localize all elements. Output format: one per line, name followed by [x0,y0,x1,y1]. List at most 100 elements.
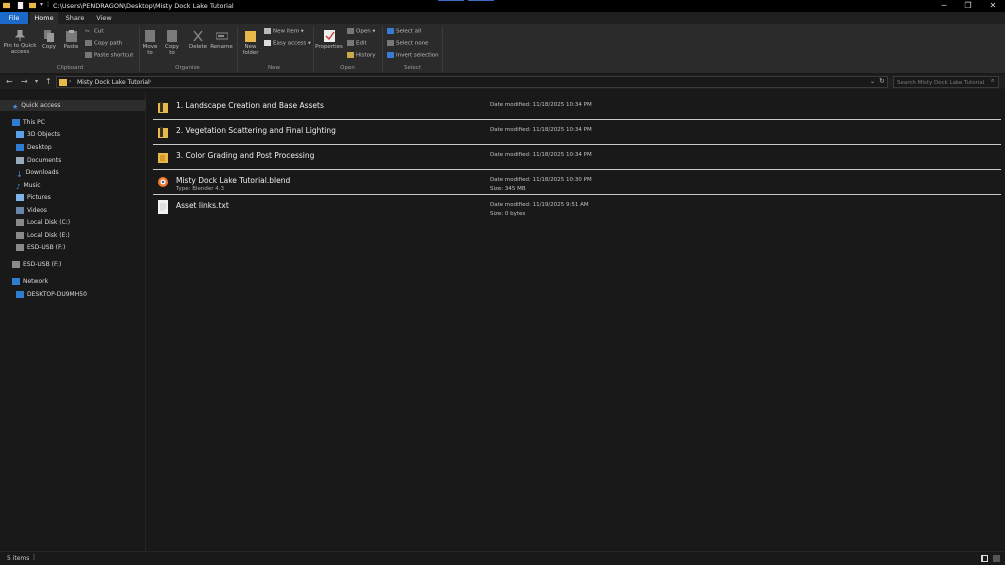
large-icons-view-icon[interactable] [993,555,1000,562]
paste-label: Paste [63,44,79,50]
open-label: Open [356,28,371,35]
file-type: Type: Blender 4.3 [176,186,225,192]
select-all-button[interactable]: Select all [387,28,421,36]
file-name: 1. Landscape Creation and Base Assets [176,101,324,110]
nav-label: Local Disk (E:) [27,232,70,239]
address-dropdown-icon[interactable]: ⌄ [870,78,875,85]
copy-to-button[interactable]: Copy to [162,30,182,56]
easy-access-button[interactable]: Easy access ▾ [264,40,311,48]
properties-button[interactable]: Properties [315,30,343,50]
details-view-icon[interactable] [981,555,988,562]
cut-label: Cut [94,28,104,35]
accent-line [438,0,464,1]
cut-button[interactable]: ✂ Cut [85,28,103,36]
refresh-icon[interactable]: ↻ [879,77,885,85]
nav-label: This PC [23,119,45,126]
paste-shortcut-icon [85,52,92,58]
search-box[interactable]: ⌕ [893,76,999,88]
ribbon: Pin to Quick access Copy Paste ✂ Cut Copy… [0,24,1005,74]
search-icon[interactable]: ⌕ [991,77,994,85]
nav-local-disk-c[interactable]: Local Disk (C:) [16,217,70,228]
breadcrumb-chevron-icon[interactable]: › [69,78,71,85]
nav-3d-objects[interactable]: 3D Objects [16,129,60,140]
delete-icon [193,30,203,42]
breadcrumb-current-folder[interactable]: Misty Dock Lake Tutorial [77,79,150,86]
list-item[interactable]: 1. Landscape Creation and Base Assets Da… [153,95,1001,120]
tab-view[interactable]: View [90,12,118,24]
address-bar[interactable]: › Misty Dock Lake Tutorial › ⌄ ↻ [56,76,888,88]
rename-label: Rename [210,44,233,50]
tab-share[interactable]: Share [61,12,89,24]
file-date: Date modified: 11/18/2025 10:34 PM [490,152,592,158]
search-input[interactable] [897,78,997,87]
new-folder-icon[interactable] [29,2,36,9]
paste-icon [65,30,77,42]
item-count: 5 items [7,555,30,562]
group-divider [442,26,443,72]
minimize-button[interactable]: ─ [932,0,956,12]
nav-network-pc[interactable]: DESKTOP-DU9MH50 [16,289,87,300]
new-item-button[interactable]: New item ▾ [264,28,304,36]
nav-label: DESKTOP-DU9MH50 [27,291,87,298]
nav-documents[interactable]: Documents [16,155,61,166]
history-icon [347,52,354,58]
maximize-button[interactable]: ❐ [956,0,980,12]
file-name: Misty Dock Lake Tutorial.blend [176,176,291,185]
paste-shortcut-button[interactable]: Paste shortcut [85,52,133,60]
nav-label: 3D Objects [27,131,61,138]
close-button[interactable]: ✕ [981,0,1005,12]
pin-label: Pin to Quick access [3,43,37,55]
move-to-label: Move to [142,44,158,56]
delete-button[interactable]: Delete [187,30,209,50]
invert-selection-button[interactable]: Invert selection [387,52,439,60]
forward-button[interactable]: → [21,77,28,86]
paste-button[interactable]: Paste [61,30,81,50]
nav-esd-usb-root[interactable]: ESD-USB (F:) [12,259,61,270]
nav-local-disk-e[interactable]: Local Disk (E:) [16,230,70,241]
move-to-button[interactable]: Move to [141,30,159,56]
nav-network[interactable]: Network [12,276,48,287]
open-group-label: Open [340,65,355,71]
file-date: Date modified: 11/18/2025 10:34 PM [490,127,592,133]
rename-button[interactable]: Rename [209,30,234,50]
open-button[interactable]: Open ▾ [347,28,375,36]
invert-selection-label: Invert selection [396,52,439,59]
history-label: History [356,52,376,59]
file-date: Date modified: 11/18/2025 10:30 PM [490,177,592,183]
list-item[interactable]: Misty Dock Lake Tutorial.blend Type: Ble… [153,170,1001,195]
nav-downloads[interactable]: ↓ Downloads [16,167,59,179]
folder-icon [59,79,67,86]
copy-label: Copy [42,44,56,50]
select-none-button[interactable]: Select none [387,40,428,48]
group-divider [237,26,238,72]
nav-this-pc[interactable]: This PC [12,117,45,128]
status-bar: 5 items | [0,551,1005,565]
list-item[interactable]: Asset links.txt Date modified: 11/19/202… [153,195,1001,220]
back-button[interactable]: ← [6,77,13,86]
tab-home[interactable]: Home [30,12,58,24]
up-button[interactable]: ↑ [45,77,52,86]
copy-path-label: Copy path [94,40,123,47]
cube-icon [16,131,24,138]
tab-file[interactable]: File [0,12,28,24]
quick-access-toolbar-dropdown[interactable]: ▾ [40,1,43,8]
group-divider [139,26,140,72]
address-row: ← → ▾ ↑ › Misty Dock Lake Tutorial › ⌄ ↻… [0,75,1005,89]
breadcrumb-chevron-icon[interactable]: › [149,78,151,85]
nav-desktop[interactable]: Desktop [16,142,52,153]
nav-pictures[interactable]: Pictures [16,192,51,203]
nav-quick-access[interactable]: ★ Quick access [0,100,146,111]
nav-esd-usb-f[interactable]: ESD-USB (F:) [16,242,65,253]
copy-path-button[interactable]: Copy path [85,40,122,48]
new-folder-button[interactable]: New folder [240,30,261,56]
properties-icon[interactable] [17,2,24,9]
copy-button[interactable]: Copy [40,30,58,50]
pin-to-quick-access-button[interactable]: Pin to Quick access [2,30,38,55]
edit-button[interactable]: Edit [347,40,367,48]
recent-locations-dropdown[interactable]: ▾ [35,78,38,85]
list-item[interactable]: 3. Color Grading and Post Processing Dat… [153,145,1001,170]
list-item[interactable]: 2. Vegetation Scattering and Final Light… [153,120,1001,145]
nav-videos[interactable]: Videos [16,205,47,216]
nav-music[interactable]: ♪ Music [16,180,41,191]
history-button[interactable]: History [347,52,376,60]
